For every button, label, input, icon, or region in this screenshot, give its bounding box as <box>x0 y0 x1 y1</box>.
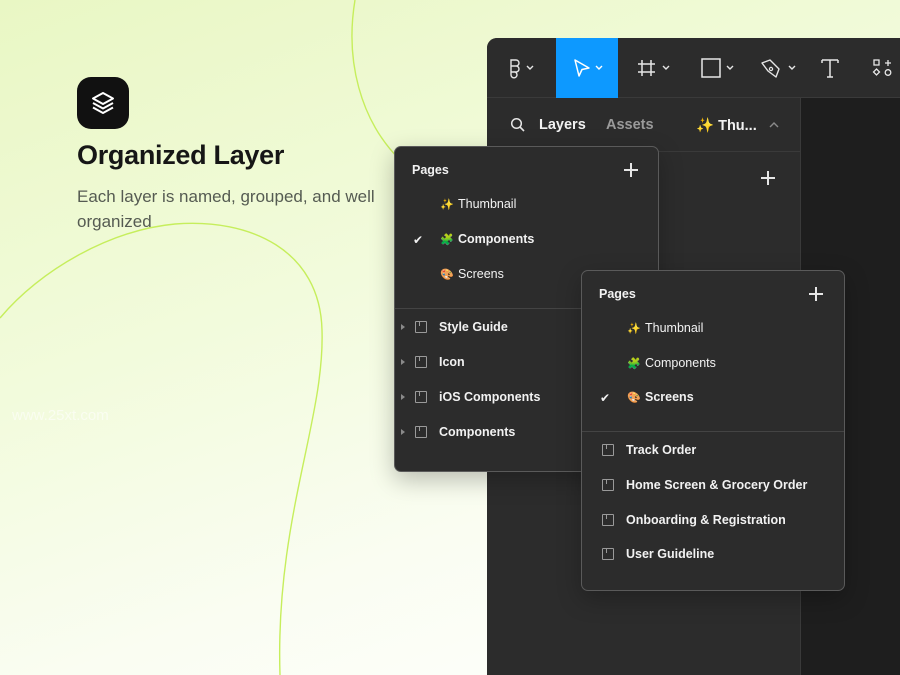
hero-description: Each layer is named, grouped, and well o… <box>77 187 375 231</box>
frame-icon <box>415 426 427 438</box>
expand-caret-icon[interactable] <box>401 429 405 435</box>
page-item-components[interactable]: 🧩 Components <box>627 354 716 372</box>
layer-row-components[interactable]: Components <box>401 423 515 441</box>
layer-row-home-screen[interactable]: Home Screen & Grocery Order <box>602 476 807 494</box>
frame-icon <box>415 356 427 368</box>
frame-icon <box>602 479 614 491</box>
layer-label: Home Screen & Grocery Order <box>626 478 808 492</box>
add-page-icon[interactable] <box>809 287 823 301</box>
chevron-up-icon[interactable] <box>769 121 779 129</box>
layer-label: Style Guide <box>439 320 508 334</box>
page-item-components[interactable]: 🧩 Components <box>440 230 534 248</box>
shape-tool-button[interactable] <box>691 38 743 98</box>
components-icon <box>872 59 892 76</box>
page-item-label: Thumbnail <box>645 321 704 335</box>
move-tool-button[interactable] <box>556 38 618 98</box>
page-item-thumbnail[interactable]: ✨ Thumbnail <box>627 319 703 337</box>
frame-icon <box>415 391 427 403</box>
layer-row-onboarding[interactable]: Onboarding & Registration <box>602 511 786 529</box>
expand-caret-icon[interactable] <box>401 359 405 365</box>
palette-icon: 🎨 <box>440 268 454 281</box>
layer-label: Onboarding & Registration <box>626 513 786 527</box>
pages-title: Pages <box>412 163 449 177</box>
layer-row-user-guideline[interactable]: User Guideline <box>602 545 714 563</box>
expand-caret-icon[interactable] <box>401 394 405 400</box>
layer-row-style-guide[interactable]: Style Guide <box>401 318 508 336</box>
layer-row-icon[interactable]: Icon <box>401 353 465 371</box>
page-item-label: Components <box>645 356 716 370</box>
components-tool-button[interactable] <box>869 38 900 98</box>
layers-icon <box>92 92 114 114</box>
palette-icon: 🎨 <box>627 391 641 404</box>
page-item-screens[interactable]: 🎨 Screens <box>440 265 504 283</box>
frame-icon <box>602 548 614 560</box>
check-icon: ✔ <box>600 391 611 405</box>
layer-label: Icon <box>439 355 465 369</box>
page-item-label: Screens <box>645 390 694 404</box>
figma-menu-button[interactable] <box>495 38 545 98</box>
layer-row-ios-components[interactable]: iOS Components <box>401 388 540 406</box>
frame-hash-icon <box>638 60 670 76</box>
puzzle-icon: 🧩 <box>627 357 641 370</box>
add-page-icon[interactable] <box>761 171 775 185</box>
tab-assets[interactable]: Assets <box>606 117 654 133</box>
page-item-screens[interactable]: 🎨 Screens <box>627 388 694 406</box>
text-icon <box>821 59 839 78</box>
page-item-label: Screens <box>458 267 504 281</box>
add-page-icon[interactable] <box>624 163 638 177</box>
layer-label: Track Order <box>626 443 697 457</box>
toolbar <box>487 38 900 98</box>
pen-tool-button[interactable] <box>755 38 803 98</box>
figma-logo-icon <box>510 59 534 79</box>
layer-label: Components <box>439 425 516 439</box>
expand-caret-icon[interactable] <box>401 324 405 330</box>
tab-layers[interactable]: Layers <box>539 117 586 133</box>
puzzle-icon: 🧩 <box>440 233 454 246</box>
frame-tool-button[interactable] <box>630 38 680 98</box>
app-logo <box>77 77 129 129</box>
page-item-thumbnail[interactable]: ✨ Thumbnail <box>440 195 516 213</box>
pages-title: Pages <box>599 287 636 301</box>
hero-title: Organized Layer <box>77 140 285 170</box>
layer-label: iOS Components <box>439 390 541 404</box>
watermark: www.25xt.com <box>12 407 109 424</box>
search-icon[interactable] <box>510 117 526 133</box>
pen-icon <box>761 59 796 78</box>
frame-icon <box>602 514 614 526</box>
pointer-icon <box>574 59 603 77</box>
current-page-selector[interactable]: ✨ Thu... <box>696 117 757 134</box>
pages-dropdown-screens: Pages ✨ Thumbnail 🧩 Components ✔ 🎨 Scree… <box>581 270 845 591</box>
layer-row-track-order[interactable]: Track Order <box>602 441 696 459</box>
rectangle-icon <box>701 58 734 78</box>
divider <box>582 431 844 432</box>
sparkles-icon: ✨ <box>627 322 641 335</box>
frame-icon <box>602 444 614 456</box>
panel-tabs: Layers Assets ✨ Thu... <box>487 98 800 152</box>
sparkles-icon: ✨ <box>440 198 454 211</box>
page-item-label: Components <box>458 232 535 246</box>
check-icon: ✔ <box>413 233 424 247</box>
frame-icon <box>415 321 427 333</box>
text-tool-button[interactable] <box>813 38 847 98</box>
layer-label: User Guideline <box>626 547 715 561</box>
page-item-label: Thumbnail <box>458 197 517 211</box>
